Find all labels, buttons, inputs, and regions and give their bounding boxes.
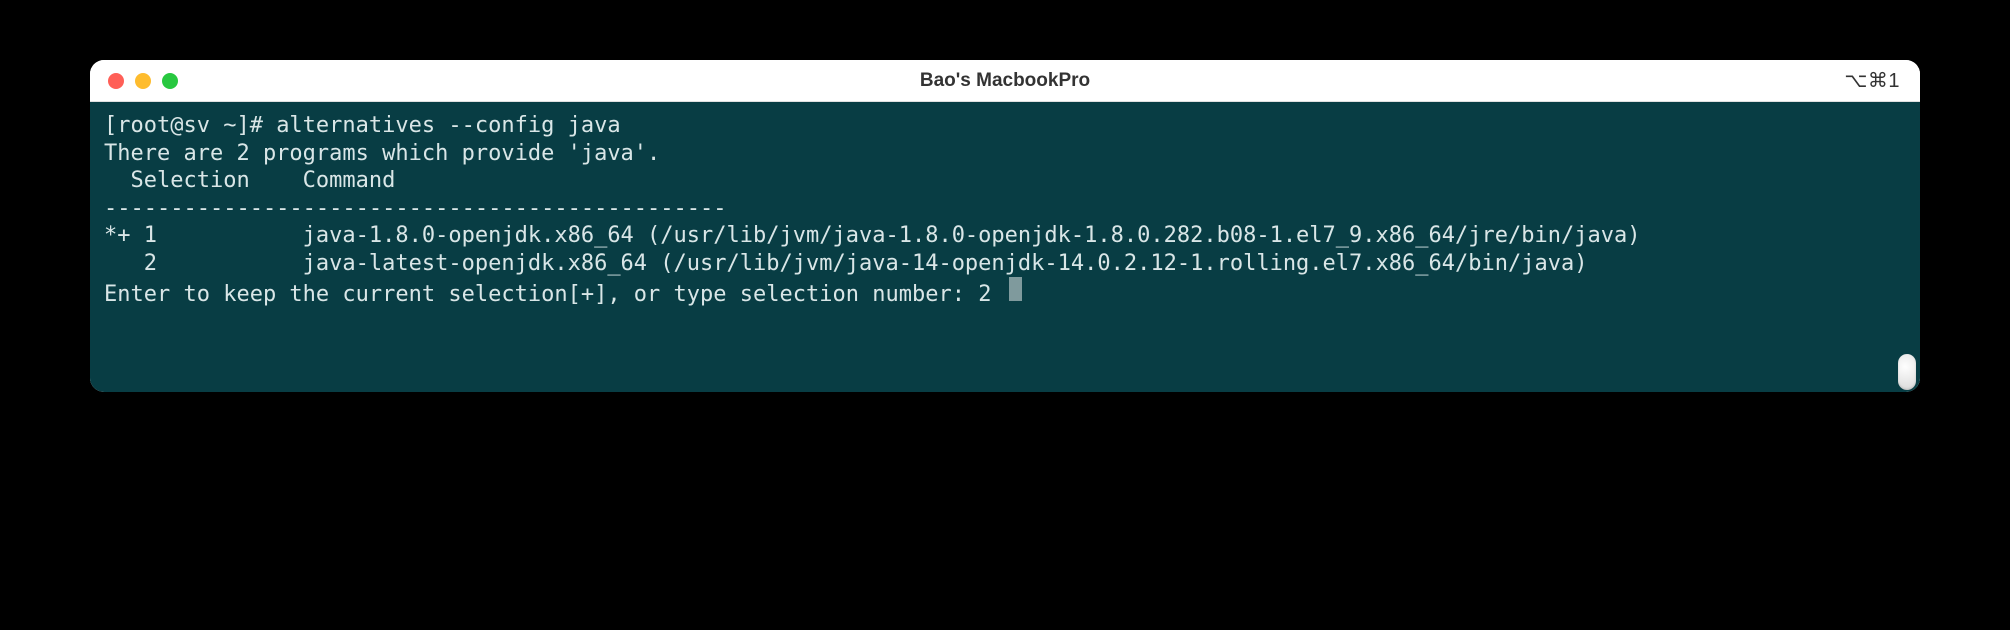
table-row: 2 java-latest-openjdk.x86_64 (/usr/lib/j… [104, 250, 1906, 278]
terminal-body[interactable]: [root@sv ~]# alternatives --config java … [90, 102, 1920, 392]
table-header: Selection Command [104, 167, 1906, 195]
traffic-lights [90, 73, 178, 89]
input-prompt-line: Enter to keep the current selection[+], … [104, 277, 1906, 309]
command-line: [root@sv ~]# alternatives --config java [104, 112, 1906, 140]
scroll-thumb[interactable] [1898, 354, 1916, 390]
zoom-button[interactable] [162, 73, 178, 89]
shortcut-indicator: ⌥⌘1 [1844, 68, 1900, 93]
minimize-button[interactable] [135, 73, 151, 89]
cursor [1009, 277, 1022, 301]
scrollbar[interactable] [1896, 102, 1918, 392]
close-button[interactable] [108, 73, 124, 89]
terminal-window: Bao's MacbookPro ⌥⌘1 [root@sv ~]# altern… [90, 60, 1920, 392]
output-intro: There are 2 programs which provide 'java… [104, 140, 1906, 168]
selection-prompt: Enter to keep the current selection[+], … [104, 281, 978, 309]
titlebar: Bao's MacbookPro ⌥⌘1 [90, 60, 1920, 102]
window-title: Bao's MacbookPro [920, 70, 1090, 92]
shell-prompt: [root@sv ~]# [104, 113, 276, 138]
selection-input[interactable] [978, 282, 1008, 307]
table-divider: ----------------------------------------… [104, 195, 1906, 223]
table-row: *+ 1 java-1.8.0-openjdk.x86_64 (/usr/lib… [104, 222, 1906, 250]
typed-command: alternatives --config java [276, 113, 620, 138]
